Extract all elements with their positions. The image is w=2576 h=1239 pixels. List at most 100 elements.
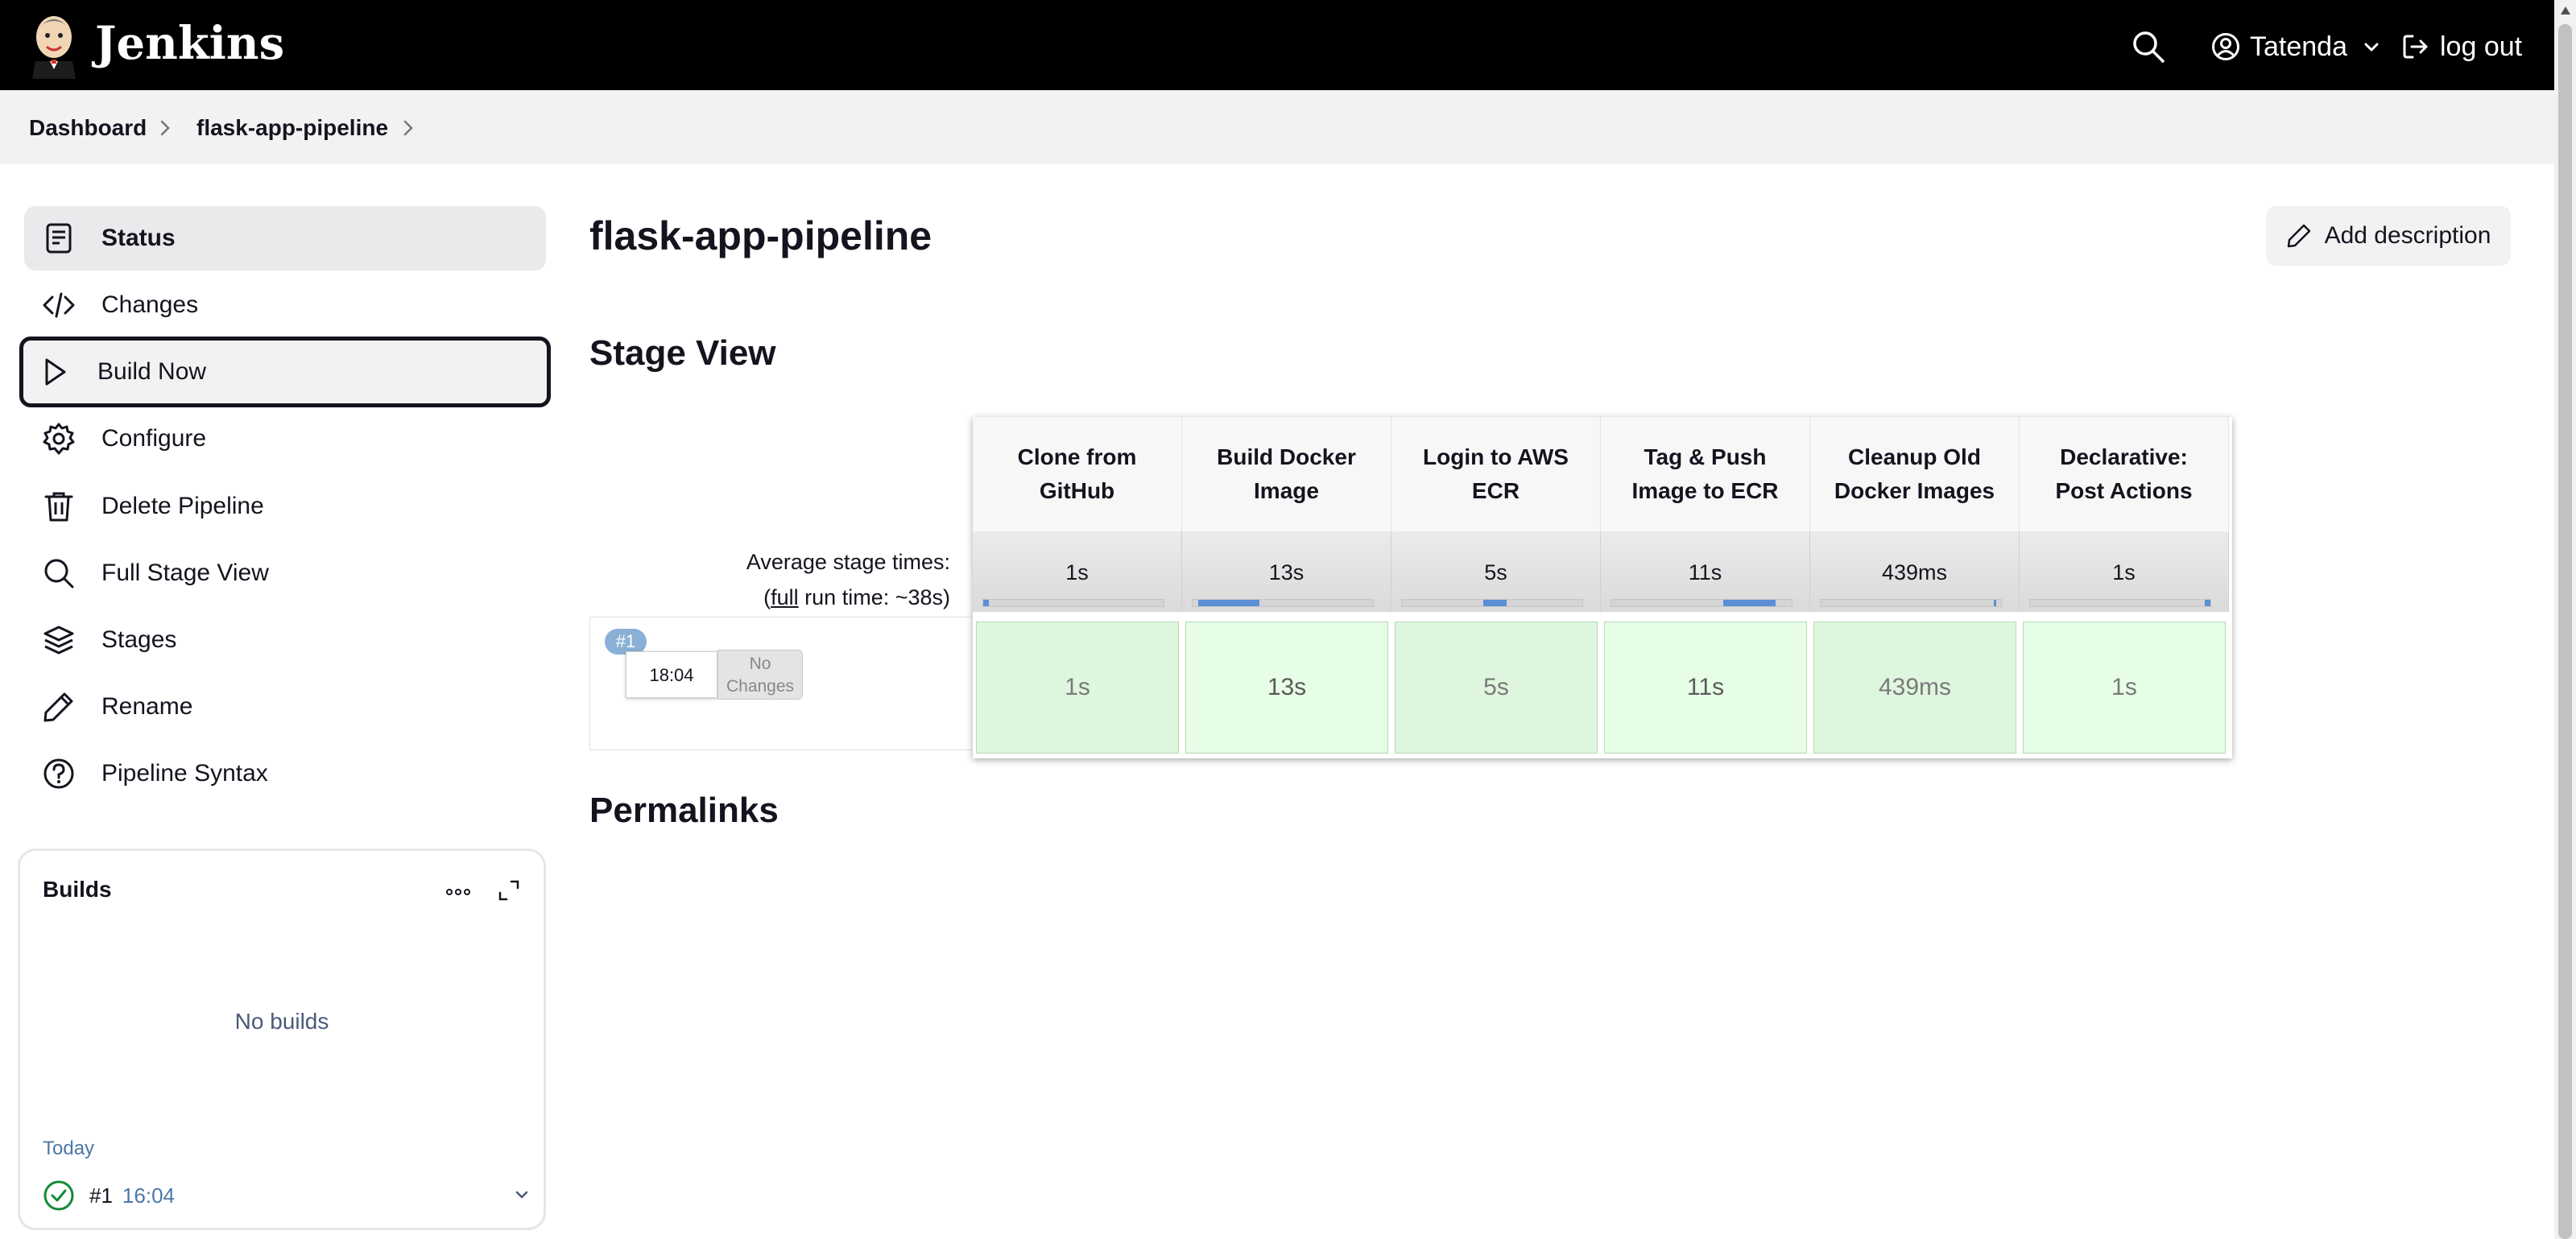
full-run-link[interactable]: full <box>771 585 799 609</box>
stage-result-cell[interactable]: 1s <box>2023 622 2226 754</box>
expand-icon[interactable] <box>497 878 521 902</box>
no-builds-text: No builds <box>234 1009 329 1034</box>
trash-icon <box>44 492 73 522</box>
page-scrollbar[interactable] <box>2554 0 2576 1239</box>
stage-average-time: 13s <box>1182 531 1391 612</box>
stage-average-value: 1s <box>1065 560 1089 584</box>
stage-header: Tag & Push Image to ECR <box>1601 417 1810 531</box>
scroll-up-arrow[interactable] <box>2561 6 2570 14</box>
sidebar-item-label: Build Now <box>97 358 207 385</box>
success-check-icon <box>43 1180 74 1211</box>
stage-column: Build Docker Image 13s 13s <box>1182 417 1391 758</box>
top-header: Jenkins Tatenda log out <box>0 0 2554 90</box>
sidebar-item-label: Changes <box>101 291 199 318</box>
stage-duration-fill <box>983 600 989 606</box>
logout-icon <box>2403 35 2428 59</box>
sidebar-item-label: Delete Pipeline <box>101 493 264 519</box>
builds-group-label: Today <box>43 1138 95 1159</box>
stage-average-value: 13s <box>1268 560 1305 584</box>
stage-result-cell[interactable]: 11s <box>1604 622 1807 754</box>
play-icon <box>45 358 66 386</box>
status-icon <box>46 223 72 254</box>
stage-result-cell[interactable]: 439ms <box>1813 622 2016 754</box>
build-start-time: 18:04 <box>626 651 717 698</box>
help-icon <box>43 758 74 789</box>
page-title: flask-app-pipeline <box>589 213 932 258</box>
user-icon <box>2212 33 2239 60</box>
sidebar-item-full-stage-view[interactable]: Full Stage View <box>24 541 546 605</box>
average-label-line2: (full run time: ~38s) <box>763 585 950 609</box>
sidebar-item-rename[interactable]: Rename <box>24 675 546 739</box>
build-run-row: #1 18:04 No Changes <box>589 617 973 750</box>
chevron-down-icon <box>2364 43 2379 52</box>
stage-view-table: Clone from GitHub 1s 1s Build Docker Image 13s… <box>973 417 2232 758</box>
sidebar-item-label: Configure <box>101 425 207 452</box>
sidebar-item-delete-pipeline[interactable]: Delete Pipeline <box>24 474 546 539</box>
sidebar-item-pipeline-syntax[interactable]: Pipeline Syntax <box>24 741 546 806</box>
stage-column: Cleanup Old Docker Images 439ms 439ms <box>1810 417 2020 758</box>
stage-average-value: 1s <box>2112 560 2136 584</box>
build-number[interactable]: #1 <box>89 1183 113 1208</box>
stage-column: Login to AWS ECR 5s 5s <box>1391 417 1601 758</box>
stage-duration-bar <box>1820 599 2002 607</box>
sidebar-item-label: Status <box>101 225 176 251</box>
search-icon[interactable] <box>2131 29 2166 64</box>
logout-label: log out <box>2440 31 2523 62</box>
breadcrumb-dashboard[interactable]: Dashboard <box>29 114 147 142</box>
permalinks-heading: Permalinks <box>589 791 779 830</box>
jenkins-logo-icon[interactable] <box>29 13 79 79</box>
stage-duration-bar <box>1192 599 1374 607</box>
stage-column: Declarative: Post Actions 1s 1s <box>2020 417 2229 758</box>
stage-duration-bar <box>2029 599 2211 607</box>
more-options-icon[interactable] <box>444 880 473 904</box>
stage-duration-bar <box>1401 599 1583 607</box>
stage-duration-fill <box>1722 600 1776 606</box>
chevron-right-icon <box>160 120 170 136</box>
stage-column: Tag & Push Image to ECR 11s 11s <box>1601 417 1810 758</box>
stage-average-time: 439ms <box>1810 531 2020 612</box>
gear-icon <box>43 423 75 455</box>
build-changes-box[interactable]: No Changes <box>717 650 803 700</box>
search-icon <box>44 559 74 589</box>
stage-duration-bar <box>1611 599 1792 607</box>
chevron-down-icon[interactable] <box>513 1186 531 1204</box>
stage-duration-fill <box>1994 600 1997 606</box>
sidebar-item-label: Stages <box>101 626 177 653</box>
build-history-row[interactable]: #1 16:04 <box>43 1178 528 1213</box>
stage-header: Build Docker Image <box>1182 417 1391 531</box>
stage-duration-fill <box>2205 600 2210 606</box>
stage-result-cell[interactable]: 5s <box>1395 622 1598 754</box>
builds-title: Builds <box>43 877 112 902</box>
sidebar-item-configure[interactable]: Configure <box>24 407 546 471</box>
stage-average-time: 1s <box>973 531 1182 612</box>
stage-header: Declarative: Post Actions <box>2020 417 2229 531</box>
builds-panel: Builds No builds Today #1 16:04 <box>18 849 546 1230</box>
stage-average-value: 439ms <box>1881 560 1948 584</box>
sidebar-item-stages[interactable]: Stages <box>24 608 546 672</box>
layers-icon <box>43 626 74 655</box>
sidebar-item-label: Rename <box>101 693 193 720</box>
brand-name[interactable]: Jenkins <box>95 18 284 69</box>
breadcrumb-pipeline[interactable]: flask-app-pipeline <box>196 114 388 142</box>
stage-duration-fill <box>1197 600 1259 606</box>
add-description-button[interactable]: Add description <box>2266 206 2511 266</box>
stage-header: Login to AWS ECR <box>1391 417 1601 531</box>
logout-link[interactable]: log out <box>2401 24 2522 69</box>
stage-average-value: 5s <box>1484 560 1507 584</box>
stage-header: Cleanup Old Docker Images <box>1810 417 2020 531</box>
sidebar-item-build-now[interactable]: Build Now <box>19 337 551 407</box>
stage-result-cell[interactable]: 1s <box>976 622 1179 754</box>
chevron-right-icon[interactable] <box>399 118 417 138</box>
sidebar-item-changes[interactable]: Changes <box>24 273 546 337</box>
stage-average-time: 5s <box>1391 531 1601 612</box>
pencil-icon <box>2287 224 2310 248</box>
scrollbar-thumb[interactable] <box>2558 24 2572 1239</box>
sidebar-item-status[interactable]: Status <box>24 206 546 271</box>
user-menu[interactable]: Tatenda <box>2211 24 2381 69</box>
stage-column: Clone from GitHub 1s 1s <box>973 417 1182 758</box>
sidebar-item-label: Full Stage View <box>101 560 269 586</box>
stage-view-heading: Stage View <box>589 333 776 373</box>
stage-duration-fill <box>1482 600 1507 606</box>
build-time[interactable]: 16:04 <box>122 1183 175 1208</box>
stage-result-cell[interactable]: 13s <box>1185 622 1388 754</box>
